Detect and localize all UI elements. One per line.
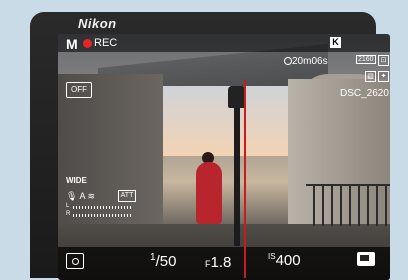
camera-body: Nikon M REC K 20m06s 2160 ⊡ ▧ ✦ DSC_2620… [30, 12, 390, 280]
microphone-icon: 🎙 [66, 191, 78, 201]
scene-lamp-pole [234, 96, 240, 246]
audio-level-right: R [66, 211, 136, 217]
iso-value: 400 [275, 252, 301, 269]
live-view-screen: M REC K 20m06s 2160 ⊡ ▧ ✦ DSC_2620 OFF W… [58, 34, 390, 280]
matrix-metering-icon [66, 253, 84, 269]
shooting-mode: M [66, 36, 78, 52]
frame-size-badge: 2160 [356, 55, 376, 64]
audio-row: 🎙 A ≋ [66, 191, 95, 202]
monitor-mode-icon [357, 252, 375, 266]
audio-level-left: L [66, 203, 136, 209]
rec-label: REC [94, 37, 118, 49]
audio-mode: A [79, 191, 85, 201]
attenuator-badge: ATT [118, 190, 136, 202]
iso-label: IS [268, 252, 276, 261]
callout-line [244, 80, 246, 278]
file-counter: DSC_2620 [340, 88, 389, 99]
iso: IS400 [268, 252, 301, 269]
image-area-icon: ⊡ [378, 55, 389, 66]
record-dot-icon [83, 39, 92, 48]
white-balance-label: WIDE [66, 176, 87, 185]
k-badge-icon: K [330, 37, 341, 48]
aperture-value: 1.8 [210, 254, 232, 271]
timer-icon [284, 57, 292, 65]
level-left-label: L [66, 203, 70, 209]
level-left-bar [73, 206, 131, 209]
level-right-bar [73, 214, 131, 217]
remaining-time: 20m06s [292, 56, 328, 67]
shutter-speed: 1/50 [150, 252, 177, 270]
picture-control-icon: ▧ [365, 71, 376, 82]
scene-railing [306, 184, 390, 226]
vr-icon: ✦ [378, 71, 389, 82]
level-right-label: R [66, 211, 71, 217]
af-off-badge: OFF [66, 82, 92, 98]
brand-logo: Nikon [78, 16, 117, 31]
scene-person [196, 162, 222, 224]
aperture: F1.8 [205, 255, 231, 270]
wind-filter-icon: ≋ [87, 191, 96, 201]
shutter-numerator: 1 [150, 252, 156, 263]
shutter-denominator: 50 [159, 253, 177, 270]
scene-building-left [58, 74, 163, 244]
